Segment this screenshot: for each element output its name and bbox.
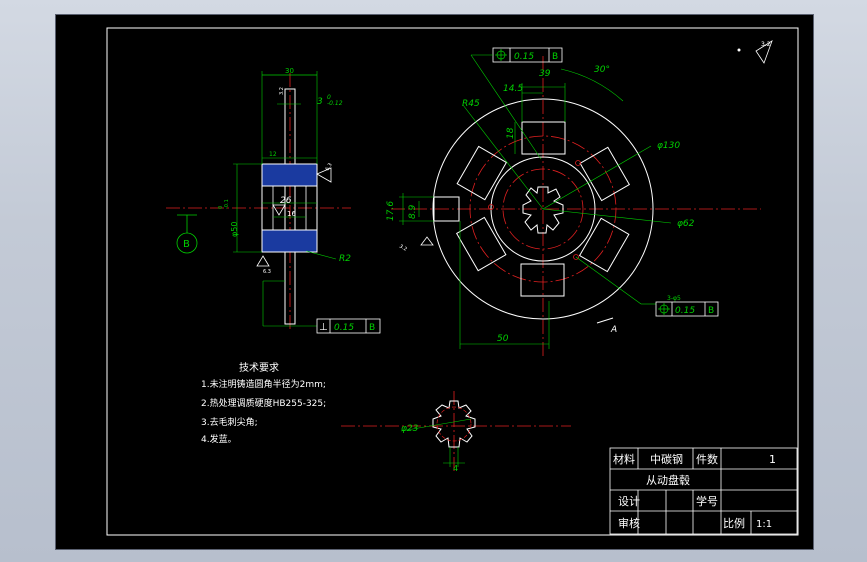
- holes-tol-datum: B: [708, 306, 714, 316]
- dim-16: 16: [287, 210, 296, 218]
- roughness-6.3-a: 6.3: [325, 162, 334, 172]
- radius-r45: R45: [462, 99, 480, 109]
- roughness-6.3-b: 6.3: [263, 269, 271, 275]
- tech-heading: 技术要求: [239, 361, 279, 374]
- tech-item-3: 3.去毛刺尖角;: [201, 416, 258, 428]
- perp-tol-value: 0.15: [334, 323, 354, 333]
- radius-r2: R2: [339, 254, 351, 264]
- review-label: 审核: [618, 516, 640, 530]
- part-name: 从动盘毂: [646, 473, 690, 487]
- dim-30deg: 30°: [594, 65, 610, 75]
- roughness-3.2-front: 3.2: [398, 244, 408, 253]
- dim-18: 18: [506, 127, 516, 139]
- dim-dia-50: φ50: [230, 222, 239, 237]
- student-no-label: 学号: [696, 494, 718, 508]
- qty-label: 件数: [696, 453, 718, 466]
- dim-39: 39: [539, 69, 551, 79]
- dia-62: φ62: [677, 219, 695, 229]
- holes-tol-value: 0.15: [675, 306, 695, 316]
- roughness-3.2-side: 3.2: [279, 87, 285, 95]
- dim-12: 12: [269, 151, 277, 158]
- hub-section-bottom: [261, 229, 318, 253]
- perp-tol-datum: B: [369, 323, 375, 333]
- scale-value: 1:1: [756, 519, 772, 530]
- material-value: 中碳钢: [650, 452, 683, 466]
- side-view: 30 3 0 -0.12 12 26 16 φ50 0-0.1 6.3 R2 6.…: [166, 67, 381, 334]
- holes-note: 3-φ5: [667, 295, 681, 302]
- corner-roughness: 3.2: [737, 40, 773, 64]
- drawing-canvas: 30 3 0 -0.12 12 26 16 φ50 0-0.1 6.3 R2 6.…: [55, 14, 814, 550]
- dim-slot-tol: 0 -0.12: [327, 94, 343, 107]
- tech-item-1: 1.未注明铸造圆角半径为2mm;: [201, 378, 326, 390]
- dim-50: 50: [497, 334, 509, 344]
- dim-17.6: 17.6: [386, 201, 396, 221]
- scale-label: 比例: [723, 516, 745, 530]
- tech-item-2: 2.热处理调质硬度HB255-325;: [201, 397, 326, 409]
- dia-130: φ130: [657, 141, 680, 151]
- perp-symbol: ⊥: [319, 322, 328, 333]
- design-label: 设计: [618, 495, 640, 508]
- hub-section-top: [261, 163, 318, 187]
- material-label: 材料: [613, 452, 635, 466]
- dim-8.9: 8.9: [408, 204, 418, 219]
- dim-dia-50-tol: 0-0.1: [218, 199, 230, 209]
- dim-30-width: 30: [285, 67, 294, 75]
- dia-23: φ23: [401, 424, 419, 434]
- dim-26: 26: [280, 196, 292, 206]
- inner-border: [106, 27, 799, 536]
- qty-value: 1: [769, 453, 776, 466]
- tech-requirements: 技术要求 1.未注明铸造圆角半径为2mm; 2.热处理调质硬度HB255-325…: [201, 361, 326, 445]
- drawing-sheet: 30 3 0 -0.12 12 26 16 φ50 0-0.1 6.3 R2 6.…: [106, 27, 799, 536]
- pos-tol-value-top: 0.15: [514, 52, 534, 62]
- tech-item-4: 4.发蓝。: [201, 433, 237, 445]
- dim-4: 4: [453, 464, 458, 473]
- dim-14.5: 14.5: [503, 84, 523, 94]
- datum-b-label: B: [183, 239, 190, 250]
- spline-view: φ23 4: [341, 391, 571, 473]
- dim-slot: 3: [317, 97, 323, 107]
- pos-tol-datum-top: B: [552, 52, 558, 62]
- view-label-a: A: [610, 325, 617, 335]
- corner-roughness-value: 3.2: [761, 41, 771, 48]
- front-view: R45 φ130 φ62 39 14.5 18 30° 17.6 8.9 50 …: [386, 47, 761, 356]
